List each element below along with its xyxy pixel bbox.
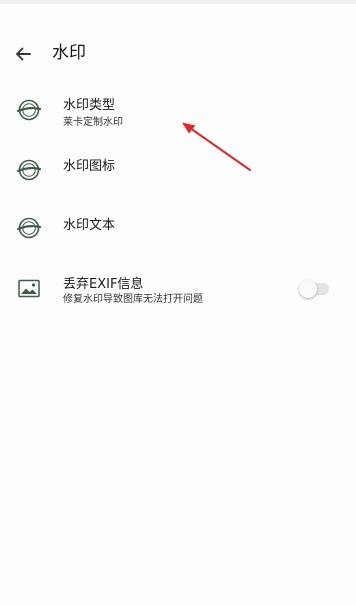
watermark-badge-icon [15,96,43,124]
setting-subtitle: 修复水印导致图库无法打开问题 [63,294,203,305]
setting-watermark-icon[interactable]: 水印图标 [0,150,356,190]
setting-label: 丢弃EXIF信息 [63,277,144,292]
arrow-left-icon [16,47,31,61]
setting-subtitle: 莱卡定制水印 [63,117,123,128]
setting-label: 水印图标 [63,159,116,174]
image-icon [15,275,43,303]
setting-label: 水印类型 [63,98,116,113]
watermark-badge-icon [15,156,43,184]
toggle-thumb [299,280,317,298]
setting-label: 水印文本 [63,218,116,233]
exif-toggle-switch[interactable] [299,280,331,298]
page-title: 水印 [52,43,86,63]
watermark-badge-icon [15,214,43,242]
setting-watermark-text[interactable]: 水印文本 [0,209,356,249]
status-strip [0,0,356,4]
setting-watermark-type[interactable]: 水印类型 莱卡定制水印 [0,88,356,136]
setting-discard-exif[interactable]: 丢弃EXIF信息 修复水印导致图库无法打开问题 [0,268,356,316]
app-bar: 水印 [0,30,356,76]
back-button[interactable] [8,39,38,69]
